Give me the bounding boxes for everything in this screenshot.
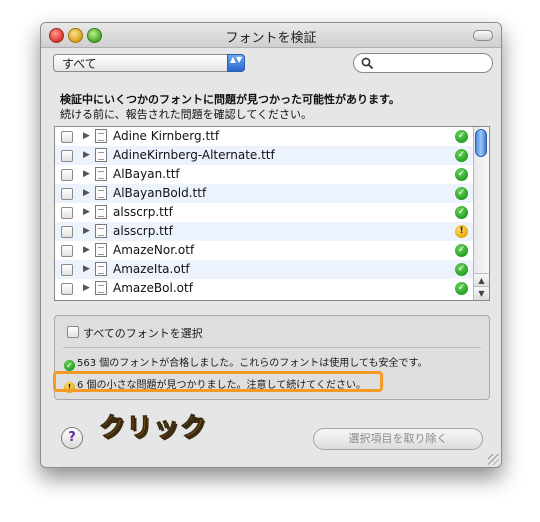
font-file-icon — [95, 224, 107, 238]
font-file-name: AdineKirnberg-Alternate.ttf — [113, 148, 275, 162]
popup-arrows-icon: ▲▼ — [227, 54, 245, 72]
font-row[interactable]: ▶ AdineKirnberg-Alternate.ttf ✓ — [55, 146, 489, 165]
font-file-icon — [95, 262, 107, 276]
title-bar: フォントを検証 — [41, 23, 501, 48]
font-row[interactable]: ▶ AmazeIta.otf ✓ — [55, 260, 489, 279]
font-checkbox[interactable] — [61, 264, 73, 276]
click-annotation: クリック — [98, 413, 208, 444]
passed-summary-text: 563 個のフォントが合格しました。これらのフォントは使用しても安全です。 — [77, 358, 428, 369]
font-file-icon — [95, 205, 107, 219]
font-checkbox[interactable] — [61, 131, 73, 143]
disclosure-triangle-icon[interactable]: ▶ — [83, 184, 90, 203]
font-file-icon — [95, 167, 107, 181]
checkmark-icon: ✓ — [455, 187, 468, 200]
font-list[interactable]: ▶ Adine Kirnberg.ttf ✓ ▶ AdineKirnberg-Alter… — [54, 126, 490, 301]
disclosure-triangle-icon[interactable]: ▶ — [83, 203, 90, 222]
font-file-icon — [95, 129, 107, 143]
disclosure-triangle-icon[interactable]: ▶ — [83, 279, 90, 298]
font-file-icon — [95, 148, 107, 162]
filter-popup-value: すべて — [62, 57, 97, 71]
font-file-name: alsscrp.ttf — [113, 224, 173, 238]
font-checkbox[interactable] — [61, 207, 73, 219]
disclosure-triangle-icon[interactable]: ▶ — [83, 260, 90, 279]
scroll-up-arrow-icon[interactable]: ▲ — [474, 273, 489, 287]
filter-popup[interactable]: すべて ▲▼ — [53, 54, 245, 72]
font-row[interactable]: ▶ alsscrp.ttf! — [55, 222, 489, 241]
checkmark-icon: ✓ — [455, 130, 468, 143]
checkmark-icon: ✓ — [64, 360, 75, 371]
checkmark-icon: ✓ — [455, 282, 468, 295]
checkmark-icon: ✓ — [455, 149, 468, 162]
font-file-icon — [95, 243, 107, 257]
font-file-name: Adine Kirnberg.ttf — [113, 129, 220, 143]
scroll-down-arrow-icon[interactable]: ▼ — [474, 286, 489, 300]
font-checkbox[interactable] — [61, 226, 73, 238]
font-checkbox[interactable] — [61, 150, 73, 162]
font-validation-window: フォントを検証 すべて ▲▼ 検証中にいくつかのフォントに問題が見つかった可能性… — [40, 22, 502, 468]
checkmark-icon: ✓ — [455, 168, 468, 181]
font-file-name: alsscrp.ttf — [113, 205, 173, 219]
font-row[interactable]: ▶ AmazeNor.otf ✓ — [55, 241, 489, 260]
disclosure-triangle-icon[interactable]: ▶ — [83, 127, 90, 146]
resize-grip-icon[interactable] — [488, 454, 499, 465]
scroll-thumb[interactable] — [475, 129, 487, 157]
font-row[interactable]: ▶ AlBayan.ttf ✓ — [55, 165, 489, 184]
select-all-checkbox[interactable] — [67, 326, 79, 338]
font-list-rows: ▶ Adine Kirnberg.ttf ✓ ▶ AdineKirnberg-Alter… — [55, 127, 489, 298]
magnifier-icon — [361, 57, 373, 69]
font-file-icon — [95, 186, 107, 200]
font-checkbox[interactable] — [61, 245, 73, 257]
disclosure-triangle-icon[interactable]: ▶ — [83, 146, 90, 165]
click-highlight-box — [53, 371, 383, 392]
font-checkbox[interactable] — [61, 188, 73, 200]
search-field[interactable] — [353, 53, 493, 73]
font-checkbox[interactable] — [61, 283, 73, 295]
font-row[interactable]: ▶ AlBayanBold.ttf ✓ — [55, 184, 489, 203]
window-title: フォントを検証 — [225, 31, 317, 46]
font-row[interactable]: ▶ AmazeBol.otf ✓ — [55, 279, 489, 298]
vertical-scrollbar[interactable]: ▲ ▼ — [473, 127, 489, 300]
checkmark-icon: ✓ — [455, 244, 468, 257]
font-row[interactable]: ▶ alsscrp.ttf ✓ — [55, 203, 489, 222]
disclosure-triangle-icon[interactable]: ▶ — [83, 241, 90, 260]
font-file-name: AmazeIta.otf — [113, 262, 190, 276]
warning-message-line2: 続ける前に、報告された問題を確認してください。 — [60, 108, 313, 121]
summary-divider — [63, 347, 481, 348]
font-checkbox[interactable] — [61, 169, 73, 181]
disclosure-triangle-icon[interactable]: ▶ — [83, 165, 90, 184]
checkmark-icon: ✓ — [455, 206, 468, 219]
checkmark-icon: ✓ — [455, 263, 468, 276]
remove-selected-button[interactable]: 選択項目を取り除く — [313, 428, 483, 450]
select-all-label: すべてのフォントを選択 — [83, 327, 203, 340]
font-file-name: AlBayanBold.ttf — [113, 186, 207, 200]
warning-icon: ! — [455, 225, 468, 238]
toolbar-toggle-button[interactable] — [473, 30, 493, 41]
font-file-icon — [95, 281, 107, 295]
help-button[interactable]: ? — [61, 427, 83, 449]
font-file-name: AmazeNor.otf — [113, 243, 195, 257]
font-row[interactable]: ▶ Adine Kirnberg.ttf ✓ — [55, 127, 489, 146]
font-file-name: AmazeBol.otf — [113, 281, 193, 295]
font-file-name: AlBayan.ttf — [113, 167, 180, 181]
warning-message-line1: 検証中にいくつかのフォントに問題が見つかった可能性があります。 — [60, 93, 400, 106]
passed-summary: ✓ 563 個のフォントが合格しました。これらのフォントは使用しても安全です。 — [64, 354, 428, 371]
disclosure-triangle-icon[interactable]: ▶ — [83, 222, 90, 241]
